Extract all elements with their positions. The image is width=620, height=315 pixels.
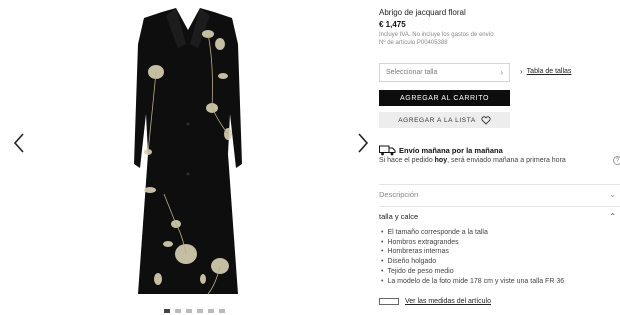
list-item: • El tamaño corresponde a la talla [381,229,488,236]
shipping-sub-bold: hoy [434,157,448,164]
article-number: Nº de artículo P00405388 [379,40,448,46]
product-price: € 1,475 [379,20,406,29]
ruler-icon [379,298,399,305]
list-item: • Tejido de peso medio [381,267,454,275]
list-item: • Hombreras internas [381,248,449,256]
measurements-link[interactable]: Ver las medidas del artículo [379,298,491,305]
shipping-info: Envío mañana por la mañana [379,145,503,156]
fit-list: • El tamaño corresponde a la talla • Hombr… [381,228,564,286]
pagination-dot[interactable] [208,309,214,313]
gallery-pagination [164,309,225,313]
pagination-dot[interactable] [219,309,225,313]
divider [379,184,620,185]
shipping-sub-suffix: , será enviado mañana a primera hora [447,157,566,164]
pagination-dot[interactable] [175,309,181,313]
heart-icon [481,115,491,125]
divider [379,206,620,207]
fit-accordion-label: talla y calce [379,212,419,221]
fit-accordion[interactable]: talla y calce ⌃ [379,212,620,221]
truck-icon [379,145,396,156]
measurements-label: Ver las medidas del artículo [405,298,491,305]
chevron-right-icon[interactable] [355,132,371,154]
list-item: • La modelo de la foto mide 178 cm y vist… [381,277,565,285]
product-details-panel: Abrigo de jacquard floral € 1,475 Incluy… [379,0,620,315]
pagination-dot[interactable] [186,309,192,313]
add-to-list-button[interactable]: AGREGAR A LA LISTA [379,112,510,128]
description-accordion-label: Descripción [379,190,419,199]
size-select-placeholder: Seleccionar talla [386,69,438,76]
product-name: Abrigo de jacquard floral [379,8,466,17]
size-select[interactable]: Seleccionar talla › [379,63,510,82]
size-guide-link[interactable]: › Tabla de tallas [520,67,571,76]
chevron-down-icon: ⌄ [609,190,616,199]
chevron-left-icon[interactable] [11,132,27,154]
add-to-list-label: AGREGAR A LA LISTA [398,116,476,124]
product-image[interactable] [128,4,248,300]
tax-note: Incluye IVA. No incluye los gastos de en… [379,32,494,38]
shipping-subtitle: Si hace el pedido hoy, será enviado maña… [379,157,566,164]
pagination-dot[interactable] [164,309,170,313]
list-item: • Diseño holgado [381,258,437,266]
shipping-sub-prefix: Si hace el pedido [379,157,435,164]
size-guide-label: Tabla de tallas [526,68,572,75]
pagination-dot[interactable] [197,309,203,313]
info-icon[interactable]: ? [613,156,620,165]
chevron-up-icon: ⌃ [609,212,616,221]
product-gallery [0,0,375,315]
chevron-right-icon: › [500,68,503,77]
description-accordion[interactable]: Descripción ⌄ [379,190,620,199]
chevron-right-icon: › [520,67,523,76]
add-to-cart-button[interactable]: AGREGAR AL CARRITO [379,90,510,106]
shipping-title: Envío mañana por la mañana [399,146,503,155]
list-item: • Hombros extragrandes [381,238,459,246]
